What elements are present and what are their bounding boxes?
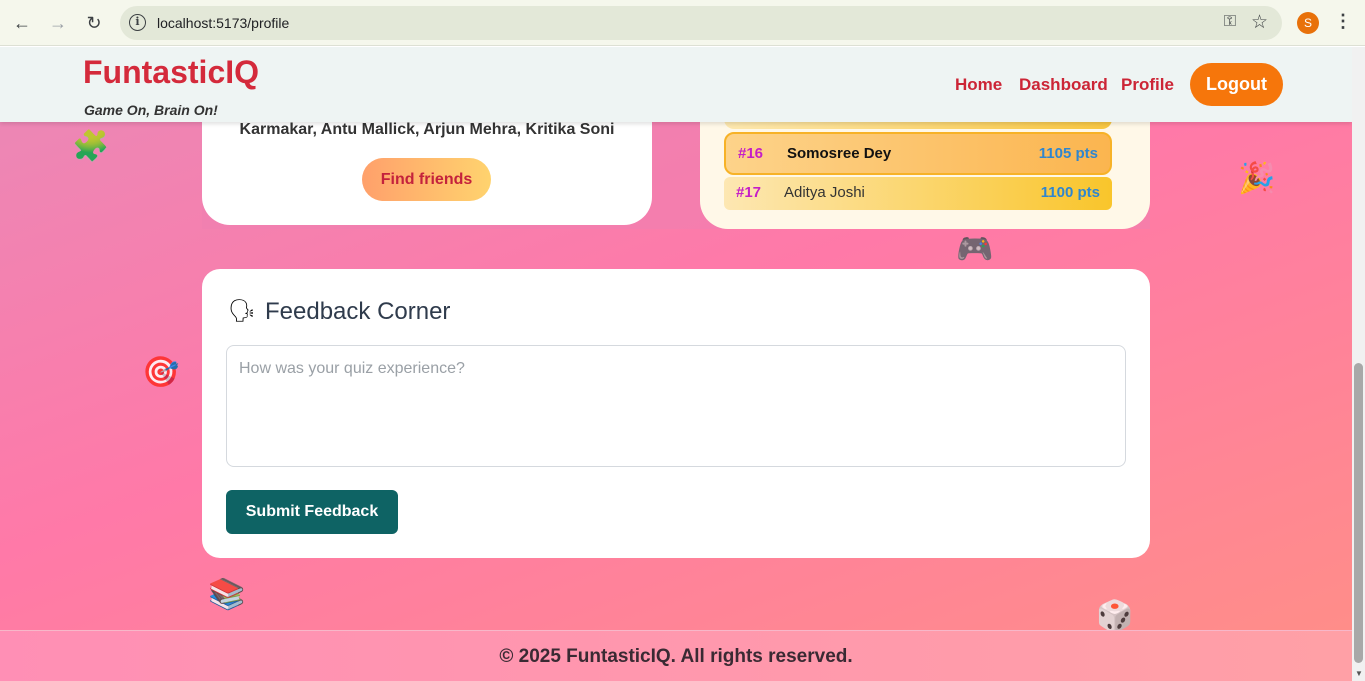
- forward-icon[interactable]: →: [46, 11, 70, 35]
- nav-home-link[interactable]: Home: [955, 75, 1002, 95]
- feedback-title: Feedback Corner: [265, 298, 451, 325]
- submit-feedback-button[interactable]: Submit Feedback: [226, 490, 398, 534]
- game-controller-icon: 🎮: [956, 233, 994, 266]
- footer-copyright: © 2025 FuntasticIQ. All rights reserved.: [499, 646, 853, 667]
- dice-icon: 🎲: [1096, 600, 1134, 633]
- puzzle-icon: 🧩: [72, 130, 110, 163]
- address-bar[interactable]: i localhost:5173/profile ⚿ ☆: [120, 6, 1282, 40]
- url-text[interactable]: localhost:5173/profile: [157, 15, 289, 31]
- nav-dashboard-link[interactable]: Dashboard: [1019, 75, 1108, 95]
- leaderboard-row-current-user: #16 Somosree Dey 1105 pts: [724, 132, 1112, 175]
- browser-toolbar: ← → ↻ i localhost:5173/profile ⚿ ☆ S ⋮: [0, 0, 1365, 46]
- book-icon: 📚: [208, 578, 246, 611]
- page-viewport: 🧩 🎯 🎮 🎉 🎲 📚 Karmakar, Antu Mallick, Arju…: [0, 47, 1352, 681]
- site-header: FuntasticIQ Game On, Brain On! Home Dash…: [0, 47, 1352, 122]
- speaking-head-icon: 🗣: [228, 298, 256, 323]
- site-info-icon[interactable]: i: [129, 14, 146, 31]
- browser-profile-avatar[interactable]: S: [1297, 12, 1319, 34]
- scrollbar-thumb[interactable]: [1354, 363, 1363, 663]
- scroll-down-icon[interactable]: ▼: [1355, 669, 1363, 678]
- page-scrollbar[interactable]: ▼: [1352, 47, 1365, 681]
- password-key-icon[interactable]: ⚿: [1224, 13, 1236, 31]
- player-name: Somosree Dey: [787, 145, 892, 162]
- target-icon: 🎯: [142, 356, 180, 389]
- party-icon: 🎉: [1238, 162, 1276, 195]
- feedback-textarea[interactable]: [226, 345, 1126, 467]
- logout-button[interactable]: Logout: [1190, 63, 1283, 106]
- bookmark-star-icon[interactable]: ☆: [1251, 11, 1268, 34]
- rank-label: #17: [736, 184, 762, 201]
- player-name: Aditya Joshi: [784, 184, 865, 201]
- browser-menu-icon[interactable]: ⋮: [1334, 11, 1352, 32]
- back-icon[interactable]: ←: [10, 11, 34, 35]
- find-friends-button[interactable]: Find friends: [362, 158, 491, 201]
- reload-icon[interactable]: ↻: [82, 11, 106, 35]
- rank-label: #16: [738, 145, 764, 162]
- feedback-card: 🗣 Feedback Corner Submit Feedback: [202, 269, 1150, 558]
- brand-tagline: Game On, Brain On!: [84, 102, 218, 118]
- leaderboard-row: #17 Aditya Joshi 1100 pts: [724, 177, 1112, 210]
- friends-list-text: Karmakar, Antu Mallick, Arjun Mehra, Kri…: [239, 121, 615, 138]
- player-points: 1105 pts: [1038, 145, 1098, 162]
- site-footer: © 2025 FuntasticIQ. All rights reserved.: [0, 630, 1352, 681]
- brand-logo-text[interactable]: FuntasticIQ: [83, 54, 259, 91]
- nav-profile-link[interactable]: Profile: [1121, 75, 1174, 95]
- player-points: 1100 pts: [1040, 184, 1100, 201]
